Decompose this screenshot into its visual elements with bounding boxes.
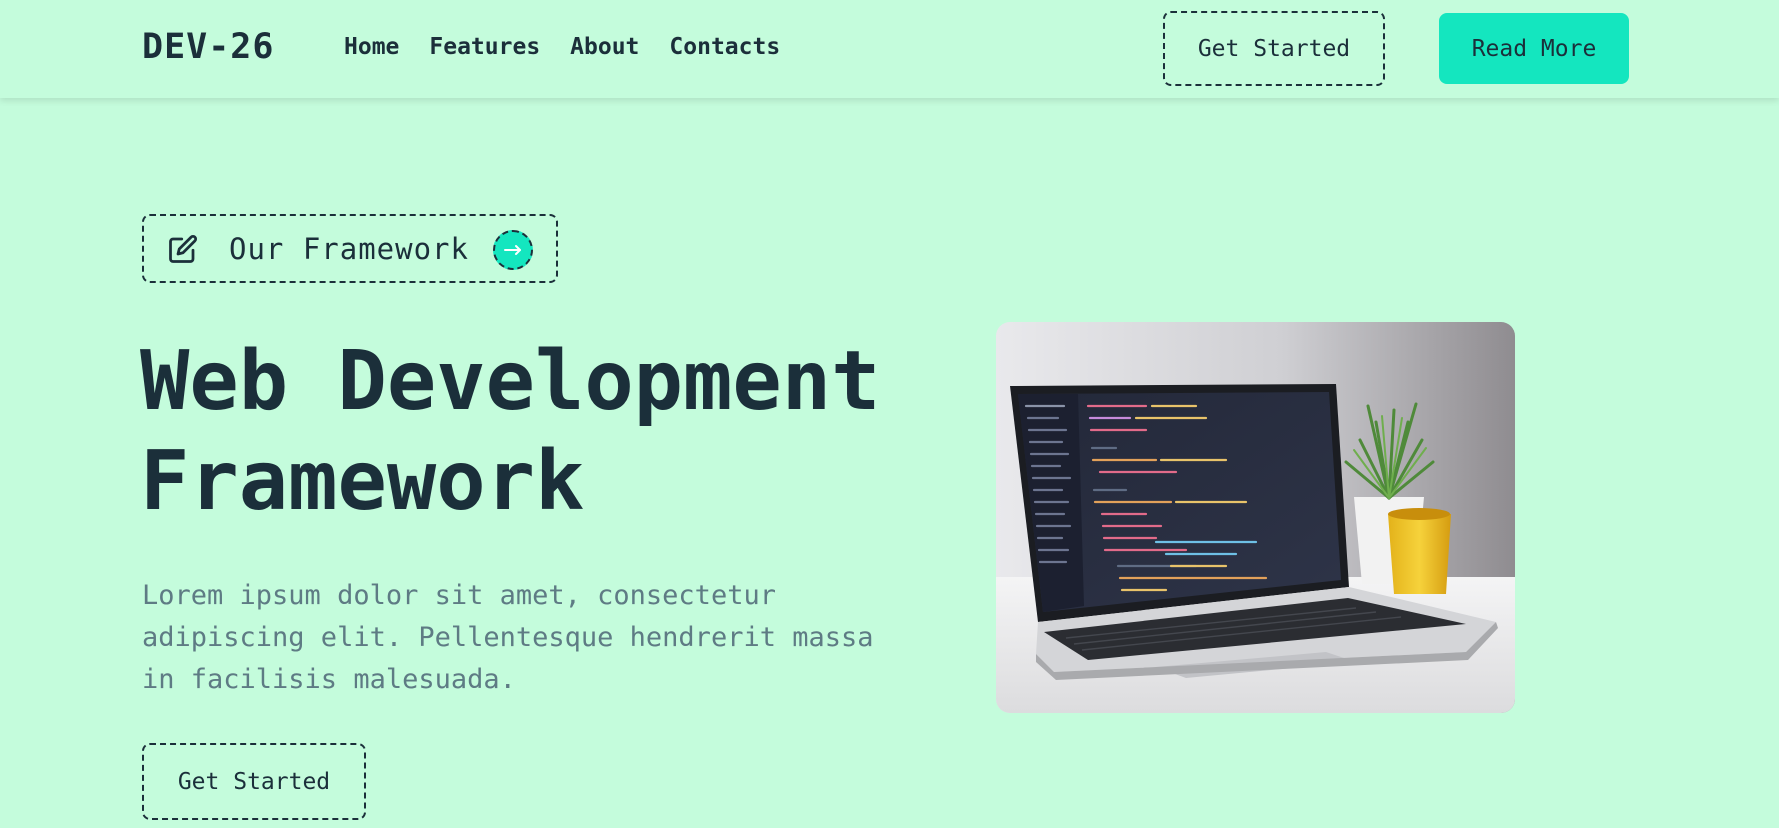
hero-laptop-image xyxy=(996,322,1515,713)
read-more-button[interactable]: Read More xyxy=(1439,13,1629,84)
hero-title-line-1: Web Development xyxy=(140,334,881,429)
nav-link-home[interactable]: Home xyxy=(344,34,399,60)
nav-link-features[interactable]: Features xyxy=(429,34,540,60)
navbar: DEV-26 Home Features About Contacts Get … xyxy=(0,0,1779,98)
logo[interactable]: DEV-26 xyxy=(142,27,274,67)
framework-badge[interactable]: Our Framework xyxy=(142,214,558,283)
hero-title-line-2: Framework xyxy=(140,434,585,529)
hero-get-started-button[interactable]: Get Started xyxy=(142,743,366,820)
nav-get-started-button[interactable]: Get Started xyxy=(1163,11,1385,86)
nav-link-about[interactable]: About xyxy=(570,34,639,60)
edit-icon xyxy=(168,234,198,264)
hero-title: Web Development Framework xyxy=(140,332,940,532)
nav-links: Home Features About Contacts xyxy=(344,34,780,60)
badge-label: Our Framework xyxy=(229,232,469,266)
nav-link-contacts[interactable]: Contacts xyxy=(669,34,780,60)
arrow-right-icon[interactable] xyxy=(493,230,533,270)
hero-description: Lorem ipsum dolor sit amet, consectetur … xyxy=(142,580,874,695)
